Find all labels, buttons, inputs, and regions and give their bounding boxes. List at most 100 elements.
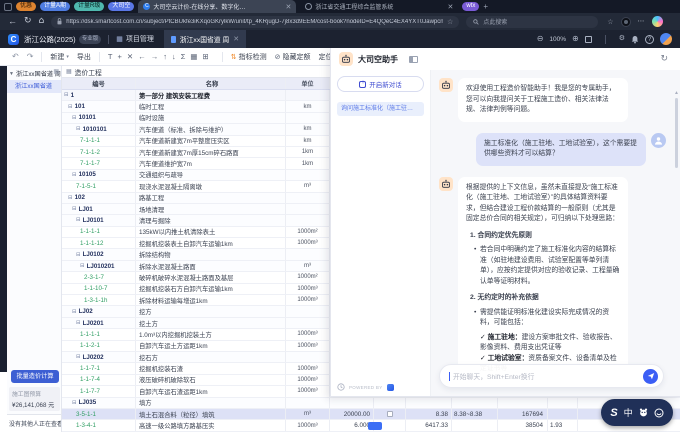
collapse-icon[interactable]: ⊟ <box>76 320 81 326</box>
tab-group-pill[interactable]: 大司空 <box>108 2 134 11</box>
header-unit[interactable]: 单位 <box>286 78 330 89</box>
move-up-icon[interactable]: ↑ <box>163 52 167 61</box>
insert-row-icon[interactable]: + <box>118 52 122 61</box>
ime-toolbar[interactable]: S 中 <box>601 399 673 426</box>
chevron-down-icon[interactable]: ▼ <box>9 71 14 77</box>
indent-icon[interactable]: → <box>151 52 159 61</box>
redo-icon[interactable]: ↷ <box>27 52 34 61</box>
chat-input[interactable]: 开始聊天，Shift+Enter换行 <box>439 364 664 388</box>
export-button[interactable]: 导出 <box>77 52 91 62</box>
table-icon[interactable]: ▦ <box>190 52 197 61</box>
collapse-icon[interactable]: ⊟ <box>68 195 73 201</box>
outdent-icon[interactable]: ← <box>138 52 146 61</box>
indicator-icon: ⇅ <box>231 53 237 61</box>
address-bar[interactable]: https://dsk.smartcost.com.cn/subject/PtC… <box>51 16 459 28</box>
new-button[interactable]: 新建▾ <box>50 52 69 62</box>
fullscreen-icon[interactable] <box>585 36 592 43</box>
table-row[interactable]: 3-5-1-1填土石混合料（粒径）填筑m³20000.008.388.38~8.… <box>62 409 680 420</box>
budget-value: ¥26,141,068 元 <box>12 400 57 409</box>
undo-icon[interactable]: ↶ <box>12 52 19 61</box>
collapse-icon[interactable]: ⊟ <box>72 309 77 315</box>
collapse-icon[interactable]: ⊟ <box>76 252 81 258</box>
collapse-icon[interactable]: ⊟ <box>72 400 77 406</box>
indicator-check-button[interactable]: ⇅指标检测 <box>231 52 267 62</box>
ime-smiley-icon[interactable] <box>654 408 664 418</box>
more-menu-icon[interactable]: ⋯ <box>638 13 645 30</box>
refresh-chat-icon[interactable]: ↻ <box>660 54 668 64</box>
new-tab-icon[interactable]: + <box>483 2 488 11</box>
row-name: 汽车便道新建宽7m平整度压实区 <box>136 136 286 146</box>
tab-group-pill-collapsed[interactable]: wtx <box>462 2 479 11</box>
header-code[interactable]: 编号 <box>62 78 136 89</box>
nav-project-management[interactable]: ▦ 项目管理 <box>116 34 154 44</box>
collapse-icon[interactable]: ⊟ <box>64 92 69 98</box>
home-icon[interactable]: ⌂ <box>39 13 45 30</box>
collapse-icon[interactable]: ⊟ <box>72 206 77 212</box>
divider <box>108 35 109 44</box>
row-unit <box>286 306 330 316</box>
tab-search-icon[interactable] <box>4 3 12 11</box>
panel-layout-icon[interactable] <box>409 56 418 63</box>
tab-group-pill[interactable]: 优惠 <box>16 2 36 11</box>
view-tab-label[interactable]: 造价工程 <box>75 67 102 77</box>
checkbox[interactable] <box>387 411 393 417</box>
row-name: 自卸汽车运土方运距1km <box>136 341 286 351</box>
zoom-out-icon[interactable]: ⊖ <box>537 30 544 48</box>
tab-close-icon[interactable]: ✕ <box>286 3 292 11</box>
settings-gear-icon[interactable]: ⚙ <box>619 30 625 48</box>
collapse-icon[interactable]: ⊟ <box>76 126 81 132</box>
ai-assistant-panel: 大司空助手 ↻ 开启新对话 询问施工标准化（施工驻… POWERED BY 欢迎… <box>330 48 680 397</box>
document-tab[interactable]: 浙江xx国省道 周 ✕ <box>164 30 246 48</box>
copilot-icon[interactable] <box>652 16 663 27</box>
bell-icon[interactable] <box>631 35 639 44</box>
tab-group-pill[interactable]: 计量R级 <box>74 2 104 11</box>
ime-panda-icon[interactable] <box>639 408 648 417</box>
help-icon[interactable]: ? <box>645 35 654 44</box>
row-code: 3-5-1-1 <box>62 409 136 419</box>
browser-tab-2[interactable]: 浙江省交通工程综合监管系统 ✕ <box>300 0 458 13</box>
refresh-icon[interactable]: ↻ <box>24 13 32 30</box>
chat-history-item[interactable]: 询问施工标准化（施工驻… <box>337 102 424 116</box>
browser-tab-active[interactable]: C 大司空云计价-在线分享、数字化… ✕ <box>138 0 296 13</box>
collapse-icon[interactable]: ⊟ <box>80 263 85 269</box>
hide-quota-button[interactable]: ⊘隐藏定额 <box>275 52 311 62</box>
ime-chinese-mode[interactable]: 中 <box>624 406 633 419</box>
scroll-up-icon[interactable]: ▲ <box>674 90 679 96</box>
tree-child-item-selected[interactable]: 浙江xx国省道 <box>7 80 61 93</box>
comment-marker[interactable]: ˆ <box>368 422 382 430</box>
header-name[interactable]: 名称 <box>136 78 286 89</box>
row-name: 场地清理 <box>136 204 286 214</box>
search-box[interactable]: 点此搜索 <box>466 16 598 28</box>
panel-collapse-icon[interactable]: ▦ <box>53 68 59 75</box>
expand-all-icon[interactable]: ⊞ <box>202 52 208 61</box>
chat-scrollbar[interactable] <box>675 98 678 362</box>
history-clock-icon[interactable] <box>337 383 345 391</box>
table-row[interactable]: ⊟LJ035填方 <box>62 398 680 409</box>
collapse-icon[interactable]: ⊟ <box>68 104 73 110</box>
sum-icon[interactable]: Σ <box>181 52 186 61</box>
tab-close-icon[interactable]: ✕ <box>448 3 454 11</box>
bookmark-star-icon[interactable]: ☆ <box>447 18 453 26</box>
row-code: 1-1-7-7 <box>62 386 136 396</box>
collapsed-side-rail[interactable] <box>0 66 7 372</box>
user-avatar[interactable] <box>660 33 672 45</box>
browser-profile-avatar[interactable] <box>621 17 631 27</box>
row-name: 拆除水泥混凝土路面 <box>136 261 286 271</box>
send-button[interactable] <box>643 369 658 384</box>
collapse-icon[interactable]: ⊟ <box>72 115 77 121</box>
text-tool-icon[interactable]: T <box>108 52 113 61</box>
collapse-icon[interactable]: ⊟ <box>72 172 77 178</box>
close-document-icon[interactable]: ✕ <box>233 35 239 43</box>
delete-row-icon[interactable]: ✕ <box>127 52 133 61</box>
new-chat-button[interactable]: 开启新对话 <box>337 76 424 92</box>
row-unit: 1km <box>286 158 330 168</box>
collapse-icon[interactable]: ⊟ <box>76 354 81 360</box>
row-name: 1.0m³以内挖掘机挖装土方 <box>136 329 286 339</box>
tab-group-pill[interactable]: 计量A期 <box>40 2 70 11</box>
move-down-icon[interactable]: ↓ <box>172 52 176 61</box>
favorites-icon[interactable]: ☆ <box>607 18 613 26</box>
zoom-in-icon[interactable]: ⊕ <box>572 30 579 48</box>
batch-calc-button[interactable]: 批量造价计算 <box>11 370 59 383</box>
back-icon[interactable]: ← <box>8 13 17 30</box>
collapse-icon[interactable]: ⊟ <box>76 217 81 223</box>
